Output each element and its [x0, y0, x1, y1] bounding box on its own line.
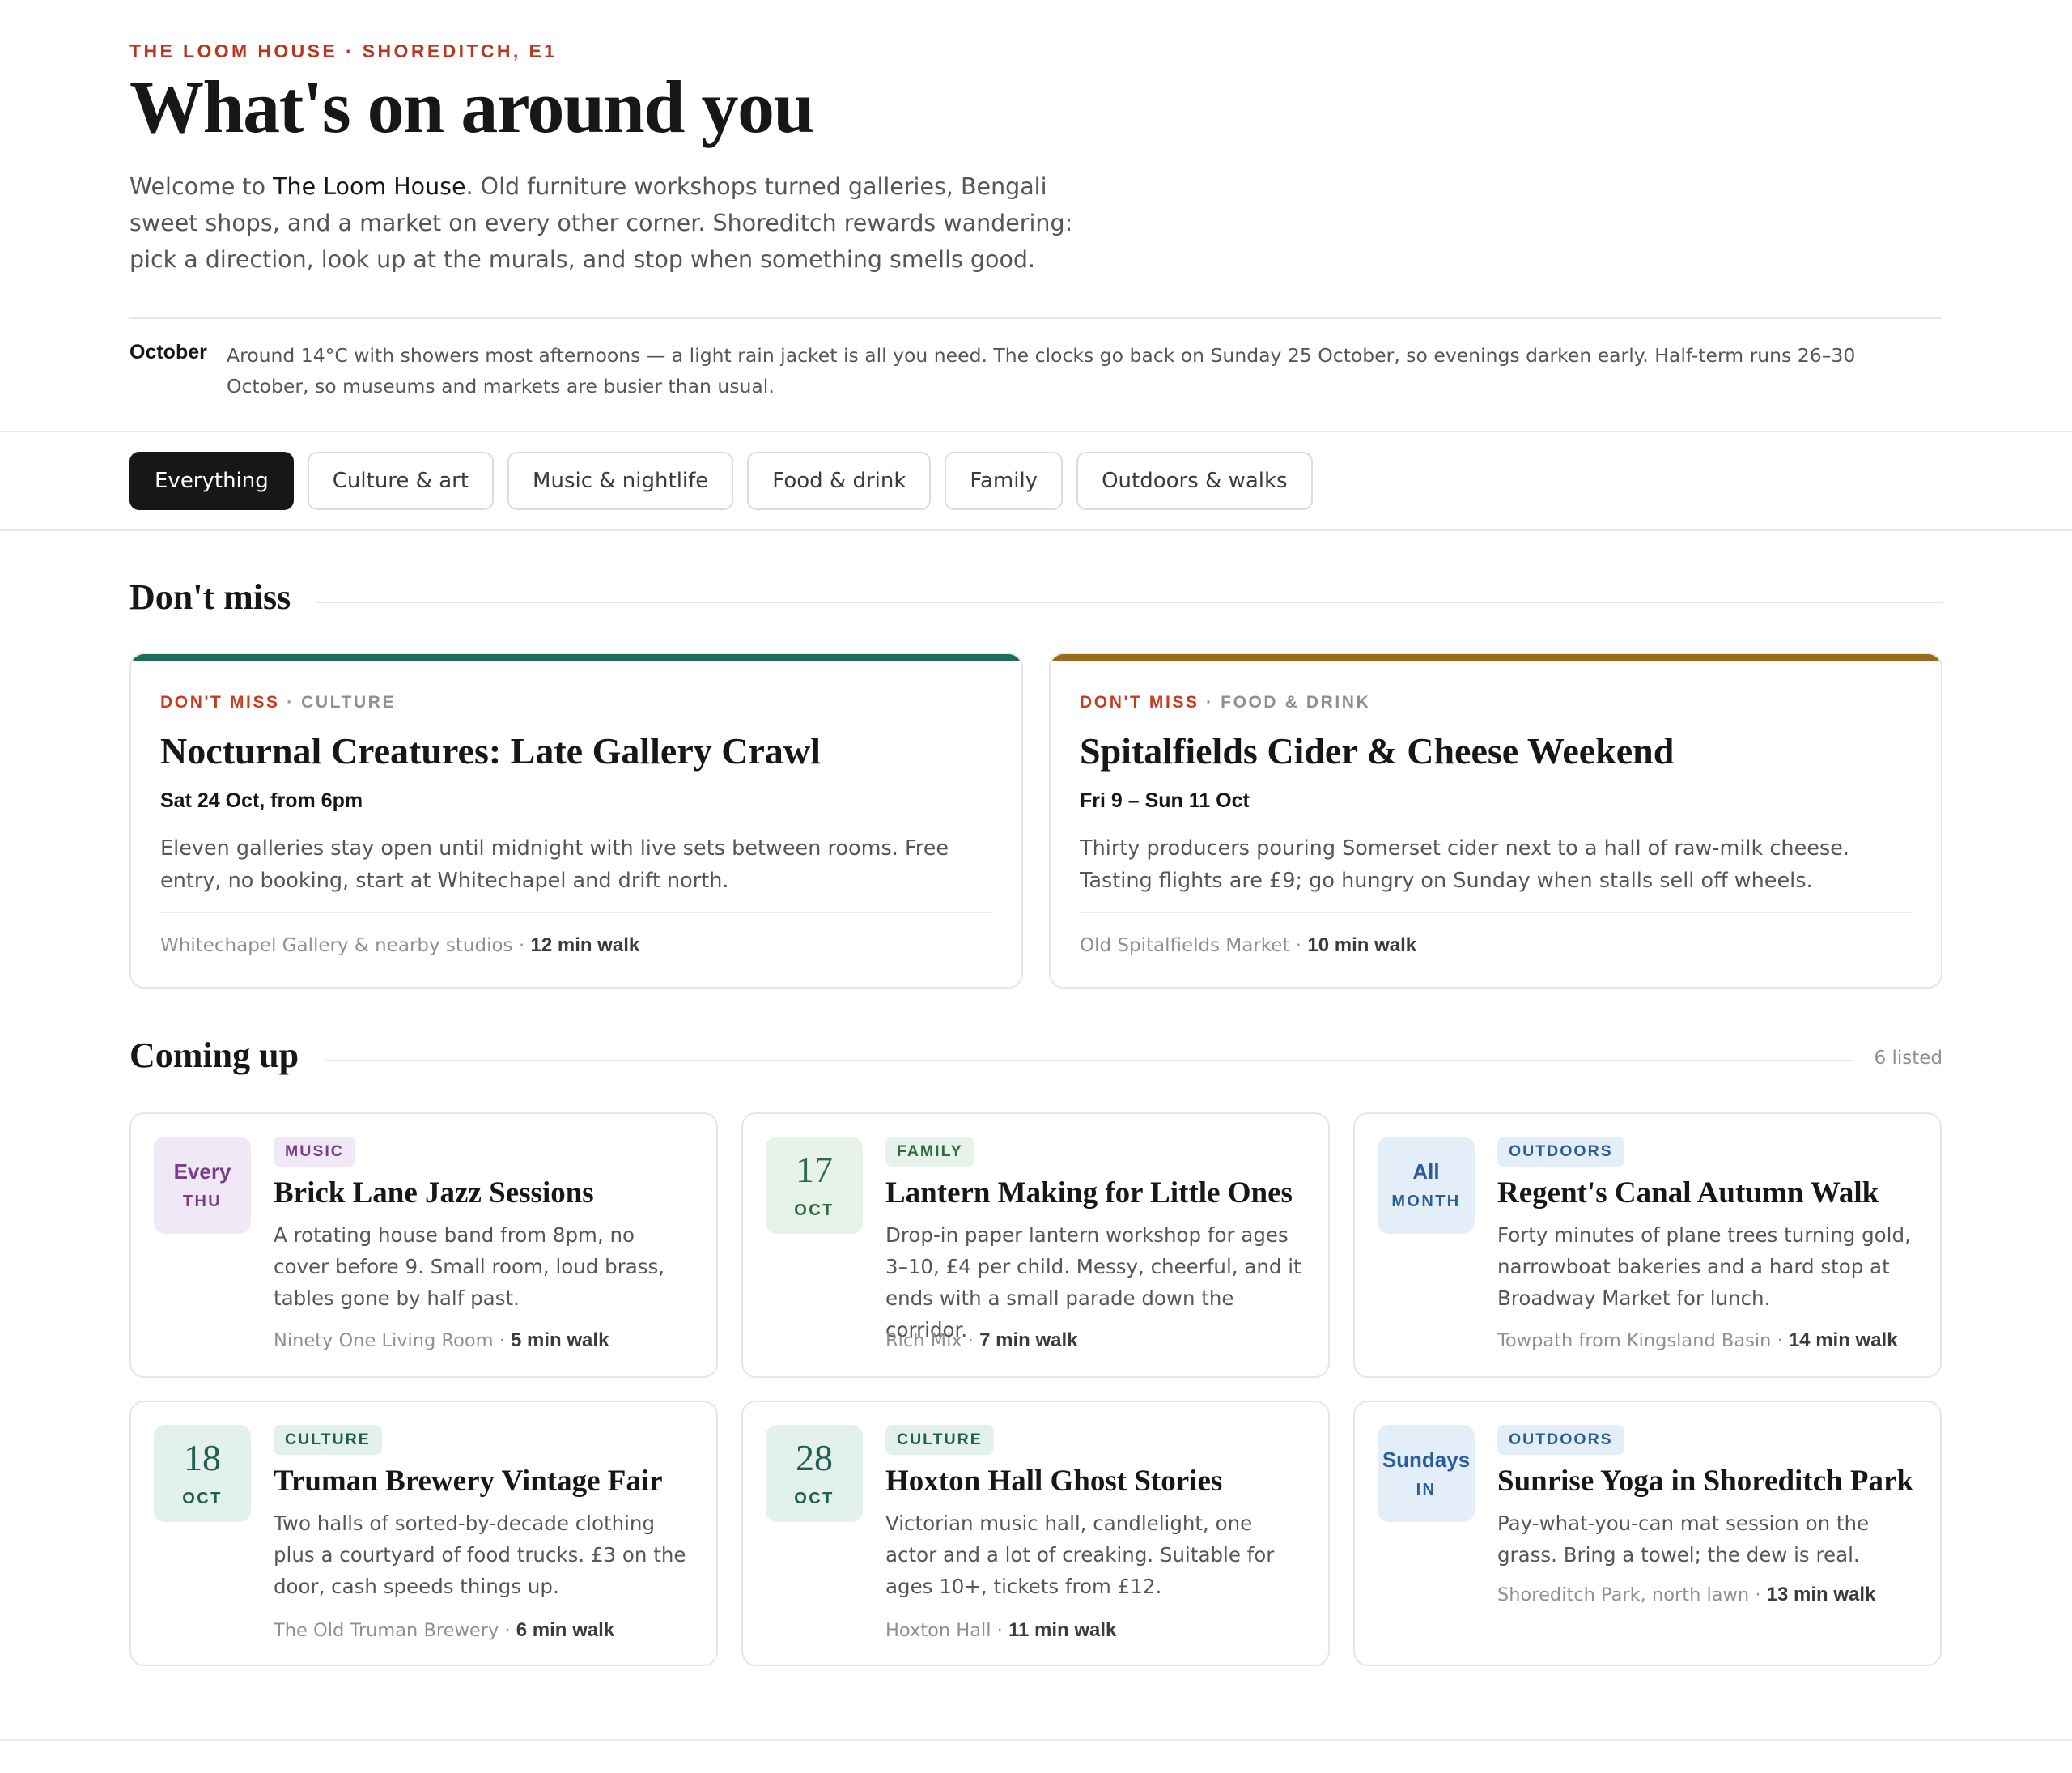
accent-bar — [131, 654, 1021, 661]
category-tag: OUTDOORS — [1497, 1137, 1624, 1167]
event-description: Pay-what-you-can mat session on the gras… — [1497, 1511, 1870, 1567]
section-title: Coming up — [130, 1035, 299, 1075]
date-badge: Sundays IN — [1378, 1425, 1475, 1522]
month-note: Around 14°C with showers most afternoons… — [227, 344, 1856, 398]
event-date: Sat 24 Oct, from 6pm — [160, 789, 363, 812]
section-title: Don't miss — [130, 577, 291, 617]
filter-outdoors-walks[interactable]: Outdoors & walks — [1076, 452, 1313, 510]
event-title: Regent's Canal Autumn Walk — [1497, 1176, 1879, 1210]
date-badge: 18 OCT — [154, 1425, 251, 1522]
event-location: Rich Mix · 7 min walk — [885, 1329, 1078, 1351]
event-title: Lantern Making for Little Ones — [885, 1176, 1293, 1210]
walk-time: 10 min walk — [1307, 933, 1417, 956]
event-title: Hoxton Hall Ghost Stories — [885, 1465, 1223, 1498]
date-main: 17 — [796, 1148, 833, 1190]
accent-bar — [1051, 654, 1941, 661]
event-description: Forty minutes of plane trees turning gol… — [1497, 1222, 1911, 1310]
event-card[interactable]: 28 OCT CULTURE Hoxton Hall Ghost Stories Vic… — [741, 1401, 1330, 1666]
date-main: All — [1412, 1159, 1440, 1184]
coming-up-header: Coming up 6 listed — [130, 1035, 1942, 1076]
month-label: October — [130, 341, 207, 364]
event-count: 6 listed — [1874, 1047, 1942, 1069]
property-eyebrow: THE LOOM HOUSE · SHOREDITCH, E1 — [130, 40, 558, 62]
event-date: Fri 9 – Sun 11 Oct — [1080, 789, 1250, 812]
event-description: Two halls of sorted-by-decade clothing p… — [274, 1511, 686, 1598]
category-tag: FAMILY — [885, 1137, 974, 1167]
date-sub: OCT — [794, 1489, 834, 1507]
intro-prefix: Welcome to — [130, 173, 274, 200]
date-main: 18 — [184, 1436, 221, 1478]
filter-chips: Everything Culture & art Music & nightli… — [130, 452, 1313, 510]
event-description: Eleven galleries stay open until midnigh… — [160, 835, 949, 893]
event-location: Towpath from Kingsland Basin · 14 min wa… — [1497, 1329, 1898, 1351]
event-location: Ninety One Living Room · 5 min walk — [274, 1329, 609, 1351]
filter-culture-art[interactable]: Culture & art — [307, 452, 495, 510]
event-location: Shoreditch Park, north lawn · 13 min wal… — [1497, 1584, 1876, 1605]
event-title: Brick Lane Jazz Sessions — [274, 1176, 594, 1210]
featured-event-card[interactable]: DON'T MISS · CULTURE Nocturnal Creatures… — [130, 653, 1023, 989]
intro-paragraph: Welcome to The Loom House. Old furniture… — [130, 168, 1085, 278]
walk-time: 14 min walk — [1788, 1329, 1898, 1351]
category-tag: MUSIC — [274, 1137, 355, 1167]
event-card[interactable]: All MONTH OUTDOORS Regent's Canal Autumn Wa… — [1353, 1112, 1942, 1378]
event-title: Spitalfields Cider & Cheese Weekend — [1080, 730, 1675, 772]
date-badge: 28 OCT — [766, 1425, 863, 1522]
date-sub: MONTH — [1391, 1193, 1461, 1211]
date-sub: THU — [182, 1193, 223, 1211]
date-sub: OCT — [182, 1489, 223, 1507]
filter-music-nightlife[interactable]: Music & nightlife — [507, 452, 734, 510]
date-badge: Every THU — [154, 1137, 251, 1234]
event-kicker: DON'T MISS · FOOD & DRINK — [1080, 693, 1371, 712]
section-divider — [316, 601, 1942, 603]
date-badge: 17 OCT — [766, 1137, 863, 1234]
date-badge: All MONTH — [1378, 1137, 1475, 1234]
date-main: 28 — [796, 1436, 833, 1478]
header-divider — [130, 317, 1942, 319]
intro-property-name: The Loom House — [273, 173, 466, 200]
date-sub: IN — [1416, 1481, 1437, 1499]
section-divider — [325, 1059, 1852, 1061]
event-title: Nocturnal Creatures: Late Gallery Crawl — [160, 730, 821, 772]
walk-time: 6 min walk — [516, 1619, 615, 1641]
event-card[interactable]: 18 OCT CULTURE Truman Brewery Vintage Fair T… — [130, 1401, 718, 1666]
event-title: Sunrise Yoga in Shoreditch Park — [1497, 1465, 1913, 1498]
filter-family[interactable]: Family — [945, 452, 1064, 510]
walk-time: 11 min walk — [1008, 1619, 1117, 1641]
category-tag: CULTURE — [885, 1425, 994, 1455]
page-title: What's on around you — [130, 66, 815, 148]
event-location: The Old Truman Brewery · 6 min walk — [274, 1619, 615, 1641]
date-main: Every — [173, 1159, 231, 1184]
dont-miss-header: Don't miss — [130, 576, 1942, 618]
filter-bar: Everything Culture & art Music & nightli… — [0, 431, 2072, 531]
event-title: Truman Brewery Vintage Fair — [274, 1465, 663, 1498]
footer-divider — [0, 1739, 2072, 1741]
event-location: Whitechapel Gallery & nearby studios · 1… — [160, 933, 640, 956]
event-description: Victorian music hall, candlelight, one a… — [885, 1511, 1275, 1598]
category-tag: OUTDOORS — [1497, 1425, 1624, 1455]
walk-time: 13 min walk — [1766, 1584, 1876, 1605]
event-card[interactable]: Every THU MUSIC Brick Lane Jazz Sessions A r… — [130, 1112, 718, 1378]
card-divider — [160, 911, 992, 913]
card-divider — [1080, 911, 1912, 913]
event-card[interactable]: Sundays IN OUTDOORS Sunrise Yoga in Shoredi… — [1353, 1401, 1942, 1666]
event-description: Thirty producers pouring Somerset cider … — [1080, 835, 1850, 893]
event-description: Drop-in paper lantern workshop for ages … — [885, 1222, 1301, 1341]
walk-time: 7 min walk — [979, 1329, 1078, 1351]
event-location: Hoxton Hall · 11 min walk — [885, 1619, 1117, 1641]
category-tag: CULTURE — [274, 1425, 382, 1455]
event-location: Old Spitalfields Market · 10 min walk — [1080, 933, 1417, 956]
featured-event-card[interactable]: DON'T MISS · FOOD & DRINK Spitalfields C… — [1049, 653, 1942, 989]
event-description: A rotating house band from 8pm, no cover… — [274, 1222, 665, 1310]
walk-time: 12 min walk — [530, 933, 640, 956]
date-main: Sundays — [1382, 1447, 1471, 1472]
date-sub: OCT — [794, 1201, 834, 1219]
event-kicker: DON'T MISS · CULTURE — [160, 693, 397, 712]
filter-food-drink[interactable]: Food & drink — [747, 452, 932, 510]
walk-time: 5 min walk — [511, 1329, 609, 1351]
event-card[interactable]: 17 OCT FAMILY Lantern Making for Little One… — [741, 1112, 1330, 1378]
filter-everything[interactable]: Everything — [130, 452, 294, 510]
